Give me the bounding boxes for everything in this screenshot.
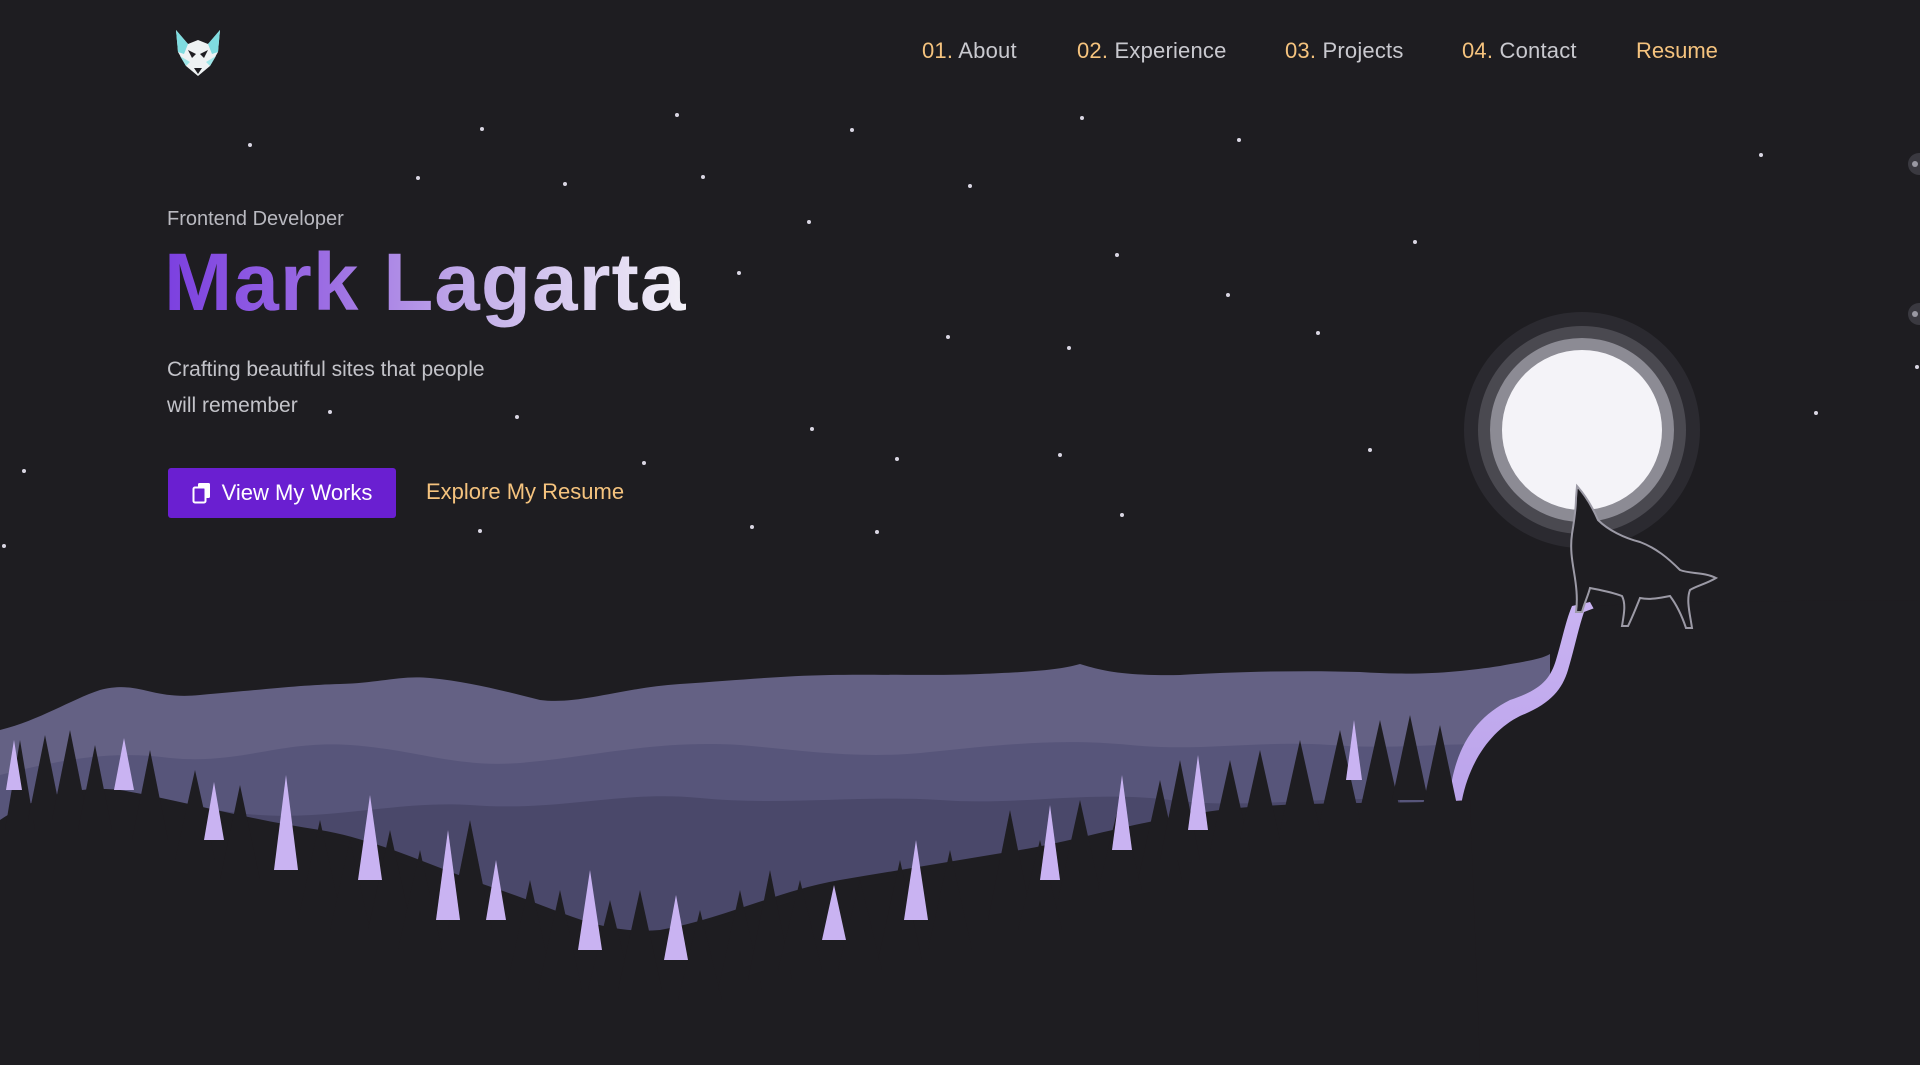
main-nav: 01. About 02. Experience 03. Projects 04… — [900, 38, 1740, 74]
nav-item-about[interactable]: 01. About — [922, 38, 1017, 64]
copy-icon — [192, 483, 210, 504]
hero-tagline-line: will remember — [167, 394, 298, 417]
nav-number: 01. — [922, 38, 954, 63]
wolf-head-icon — [176, 30, 220, 76]
nav-number: 03. — [1285, 38, 1317, 63]
nav-number: 02. — [1077, 38, 1109, 63]
hero-tagline: Crafting beautiful sites that people wil… — [167, 352, 567, 424]
nav-resume-link[interactable]: Resume — [1636, 38, 1718, 64]
nav-label: Experience — [1114, 38, 1227, 63]
nav-item-experience[interactable]: 02. Experience — [1077, 38, 1227, 64]
hero-role: Frontend Developer — [167, 208, 344, 230]
nav-item-contact[interactable]: 04. Contact — [1462, 38, 1577, 64]
hero-page: 01. About 02. Experience 03. Projects 04… — [0, 0, 1920, 1065]
nav-label: Projects — [1322, 38, 1404, 63]
explore-resume-link[interactable]: Explore My Resume — [426, 479, 624, 505]
nav-number: 04. — [1462, 38, 1494, 63]
view-my-works-label: View My Works — [221, 480, 373, 505]
night-landscape — [0, 312, 1920, 1065]
nav-item-projects[interactable]: 03. Projects — [1285, 38, 1404, 64]
logo[interactable] — [170, 26, 226, 82]
nav-label: About — [958, 38, 1017, 63]
view-my-works-button[interactable]: View My Works — [168, 468, 396, 518]
hero-tagline-line: Crafting beautiful sites that people — [167, 358, 485, 381]
hero-name: Mark Lagarta — [164, 237, 687, 328]
nav-label: Contact — [1499, 38, 1577, 63]
